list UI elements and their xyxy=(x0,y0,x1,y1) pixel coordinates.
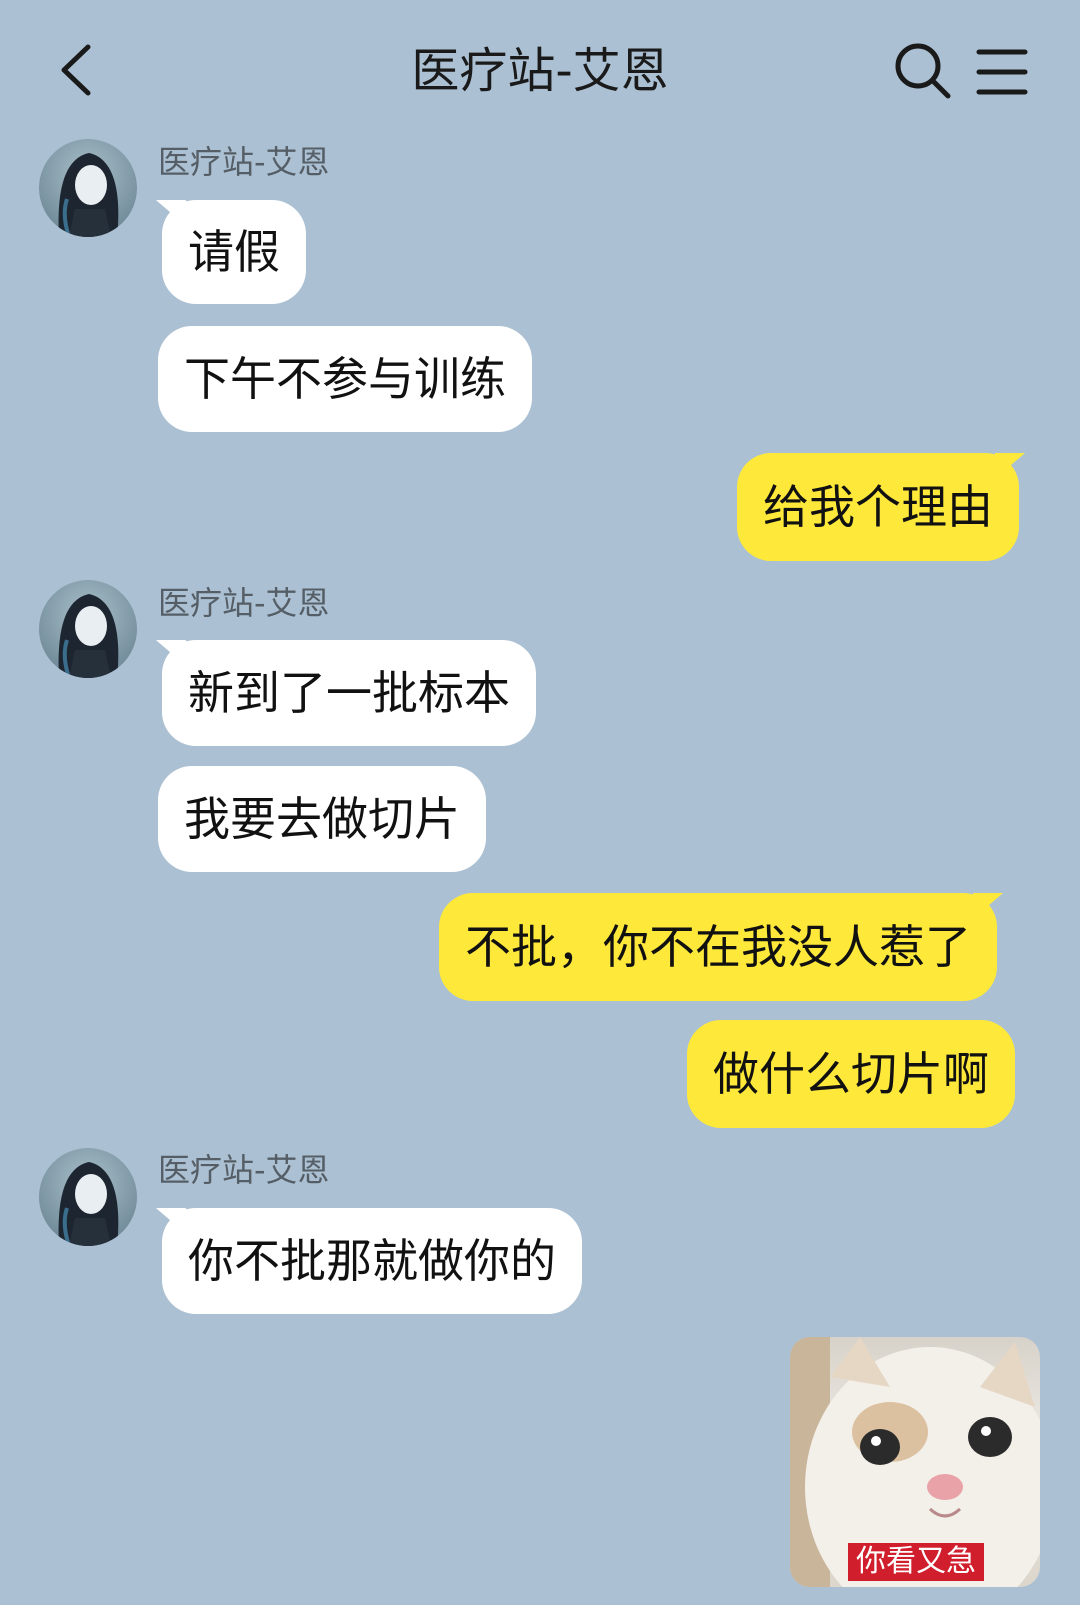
message-text: 不批，你不在我没人惹了 xyxy=(465,920,971,974)
bubble-tail xyxy=(973,893,1003,919)
message-text: 请假 xyxy=(188,225,280,279)
avatar-icon xyxy=(58,594,119,678)
bubble-tail xyxy=(995,453,1025,479)
avatar-icon xyxy=(58,153,119,237)
message-text: 下午不参与训练 xyxy=(184,352,506,406)
bubble-tail xyxy=(156,200,186,226)
search-button[interactable] xyxy=(892,40,954,102)
message-bubble[interactable]: 新到了一批标本 xyxy=(156,640,536,746)
message-text: 我要去做切片 xyxy=(184,792,460,846)
message-text: 你不批那就做你的 xyxy=(188,1234,556,1288)
sender-name: 医疗站-艾恩 xyxy=(158,1151,330,1189)
message-text: 给我个理由 xyxy=(763,480,993,534)
sticker-caption: 你看又急 xyxy=(848,1543,984,1581)
message-bubble[interactable]: 我要去做切片 xyxy=(158,766,486,872)
avatar-icon xyxy=(58,1162,119,1246)
message-bubble[interactable]: 给我个理由 xyxy=(737,453,1025,561)
message-bubble[interactable]: 你不批那就做你的 xyxy=(156,1208,582,1314)
sender-avatar[interactable] xyxy=(39,1148,137,1246)
message-bubble[interactable]: 做什么切片啊 xyxy=(687,1020,1015,1128)
menu-button[interactable] xyxy=(975,44,1029,100)
sender-name: 医疗站-艾恩 xyxy=(158,143,330,181)
menu-icon xyxy=(976,49,1028,95)
sender-avatar[interactable] xyxy=(39,139,137,237)
chat-header: 医疗站-艾恩 xyxy=(0,0,1080,140)
message-bubble[interactable]: 下午不参与训练 xyxy=(158,326,532,432)
message-bubble[interactable]: 不批，你不在我没人惹了 xyxy=(439,893,1003,1001)
message-text: 新到了一批标本 xyxy=(188,666,510,720)
message-bubble[interactable]: 请假 xyxy=(156,200,306,304)
sticker-image[interactable]: 你看又急 xyxy=(790,1337,1040,1587)
bubble-tail xyxy=(156,1208,186,1234)
sender-name: 医疗站-艾恩 xyxy=(158,584,330,622)
bubble-tail xyxy=(156,640,186,666)
message-text: 做什么切片啊 xyxy=(713,1047,989,1101)
sender-avatar[interactable] xyxy=(39,580,137,678)
search-icon xyxy=(895,43,951,99)
